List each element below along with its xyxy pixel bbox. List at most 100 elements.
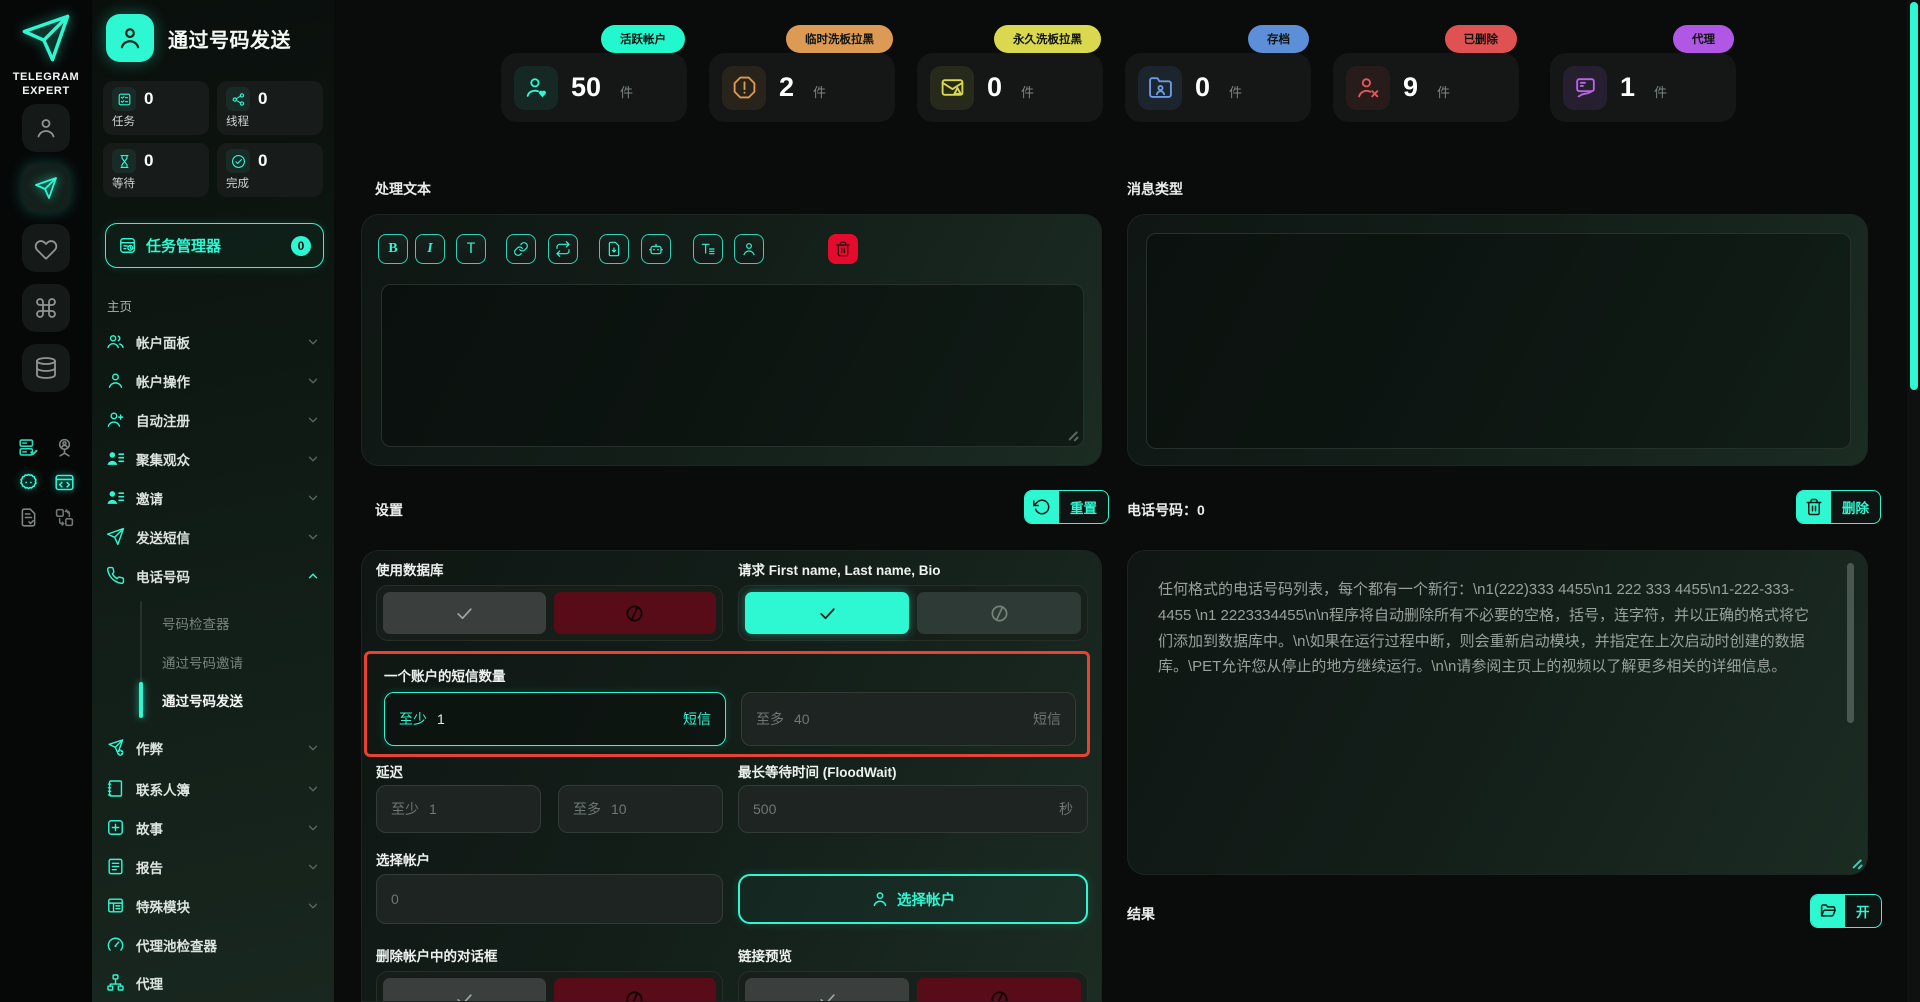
gear-bot-icon[interactable]: [18, 472, 39, 493]
sidebar-subitem-number-checker[interactable]: 号码检查器: [162, 607, 322, 639]
stat-done: 0 完成: [217, 143, 323, 197]
delay-label: 延迟: [376, 761, 403, 781]
text-button[interactable]: T: [456, 234, 486, 264]
toggle-no-option[interactable]: [917, 978, 1081, 1002]
message-text-input[interactable]: [381, 284, 1084, 447]
sidebar-item-invite[interactable]: 邀请: [92, 478, 334, 517]
sidebar-item-special-modules[interactable]: 特殊模块: [92, 886, 334, 925]
status-card-perm-ban: 永久洗板拉黑 0件: [917, 53, 1103, 122]
bold-button[interactable]: B: [378, 234, 408, 264]
chevron-down-icon: [306, 821, 320, 835]
mention-user-button[interactable]: [734, 234, 764, 264]
sms-max-input[interactable]: 至多 40 短信: [741, 692, 1076, 746]
swap-icon[interactable]: [54, 507, 75, 528]
task-manager-badge: 0: [291, 236, 311, 256]
archive-folder-icon: [1138, 66, 1182, 110]
threads-icon: [226, 87, 250, 111]
bot-icon: [648, 241, 664, 257]
sidebar-subitem-send-by-number[interactable]: 通过号码发送: [162, 684, 322, 716]
page-scrollbar[interactable]: [1907, 0, 1920, 1002]
user-heart-icon: [514, 66, 558, 110]
sidebar-item-proxy-pool-checker[interactable]: 代理池检查器: [92, 925, 334, 964]
annotation-highlight-box: 一个账户的短信数量 至少 1 短信 至多 40 短信: [364, 651, 1090, 757]
ban-icon: [990, 990, 1009, 1002]
sidebar-item-auto-register[interactable]: 自动注册: [92, 400, 334, 439]
toggle-yes-option[interactable]: [745, 978, 909, 1002]
text-style-button[interactable]: [693, 234, 723, 264]
sidebar-item-reports[interactable]: 报告: [92, 847, 334, 886]
status-badge: 已删除: [1445, 25, 1518, 53]
reset-button[interactable]: 重置: [1024, 490, 1109, 524]
status-badge: 存档: [1248, 25, 1309, 53]
ban-icon: [990, 604, 1009, 623]
sidebar-item-contacts-book[interactable]: 联系人簿: [92, 769, 334, 808]
paper-plane-icon: [106, 527, 125, 546]
sidebar-item-proxy[interactable]: 代理: [92, 963, 334, 1002]
toggle-yes-option[interactable]: [383, 978, 546, 1002]
message-type-area[interactable]: [1146, 233, 1851, 449]
floodwait-input[interactable]: 500 秒: [738, 785, 1088, 833]
account-count-input[interactable]: 0: [376, 874, 723, 924]
code-window-icon[interactable]: [54, 472, 75, 493]
sidebar-item-gather-audience[interactable]: 聚集观众: [92, 439, 334, 478]
toggle-no-option[interactable]: [917, 592, 1081, 634]
rail-item-favorites[interactable]: [22, 224, 70, 272]
sidebar-item-account-ops[interactable]: 帐户操作: [92, 361, 334, 400]
sidebar-subitem-invite-by-number[interactable]: 通过号码邀请: [162, 646, 322, 678]
task-manager-icon: [118, 236, 137, 255]
chevron-down-icon: [306, 899, 320, 913]
user-lines-icon: [106, 449, 125, 468]
rail-item-commands[interactable]: [22, 284, 70, 332]
notebook-icon: [106, 779, 125, 798]
select-account-button[interactable]: 选择帐户: [738, 874, 1088, 924]
sidebar-item-account-panel[interactable]: 帐户面板: [92, 322, 334, 361]
rail-item-sender[interactable]: [22, 164, 70, 212]
toggle-no-option[interactable]: [554, 978, 717, 1002]
rail-item-database[interactable]: [22, 344, 70, 392]
server-check-icon[interactable]: [18, 437, 39, 458]
sidebar-item-stories[interactable]: 故事: [92, 808, 334, 847]
resize-handle[interactable]: [1850, 857, 1862, 869]
clear-text-button[interactable]: [828, 234, 858, 264]
link-button[interactable]: [506, 234, 536, 264]
sms-min-input[interactable]: 至少 1 短信: [384, 692, 726, 746]
chevron-down-icon: [306, 782, 320, 796]
page-title: 通过号码发送: [168, 24, 291, 53]
phone-numbers-panel: 任何格式的电话号码列表，每个都有一个新行：\n1(222)333 4455\n1…: [1127, 550, 1868, 875]
toggle-yes-option[interactable]: [745, 592, 909, 634]
textarea-scrollbar-thumb[interactable]: [1847, 563, 1854, 723]
proxy-card-icon: [1563, 66, 1607, 110]
page-scrollbar-thumb[interactable]: [1910, 2, 1918, 390]
delete-dialogs-label: 删除帐户中的对话框: [376, 945, 498, 965]
app-logo-icon: [0, 12, 92, 64]
rail-item-accounts[interactable]: [22, 104, 70, 152]
sidebar-item-cheat[interactable]: 作弊: [92, 728, 334, 767]
chevron-down-icon: [306, 452, 320, 466]
bot-button[interactable]: [641, 234, 671, 264]
sms-per-account-label: 一个账户的短信数量: [384, 665, 506, 685]
document-check-icon[interactable]: [18, 507, 39, 528]
italic-button[interactable]: I: [415, 234, 445, 264]
resize-handle[interactable]: [1066, 429, 1078, 441]
phone-list-input[interactable]: 任何格式的电话号码列表，每个都有一个新行：\n1(222)333 4455\n1…: [1158, 577, 1818, 680]
open-results-button[interactable]: 开: [1810, 894, 1882, 928]
user-icon: [117, 25, 143, 51]
message-type-panel: [1127, 214, 1868, 466]
command-icon: [34, 296, 58, 320]
toggle-no-option[interactable]: [554, 592, 717, 634]
file-download-icon: [606, 241, 622, 257]
check-icon: [818, 604, 837, 623]
person-camera-icon[interactable]: [54, 437, 75, 458]
text-style-icon: [700, 241, 716, 257]
repeat-button[interactable]: [548, 234, 578, 264]
check-circle-icon: [226, 149, 250, 173]
sidebar-item-send-sms[interactable]: 发送短信: [92, 517, 334, 556]
insert-file-button[interactable]: [599, 234, 629, 264]
task-manager-button[interactable]: 任务管理器 0: [105, 223, 324, 268]
delay-min-input[interactable]: 至少 1: [376, 785, 541, 833]
toggle-yes-option[interactable]: [383, 592, 546, 634]
delay-max-input[interactable]: 至多 10: [558, 785, 723, 833]
rotate-ccw-icon: [1025, 491, 1059, 523]
delete-phones-button[interactable]: 删除: [1796, 490, 1881, 524]
sidebar-item-phone-numbers[interactable]: 电话号码: [92, 556, 334, 595]
